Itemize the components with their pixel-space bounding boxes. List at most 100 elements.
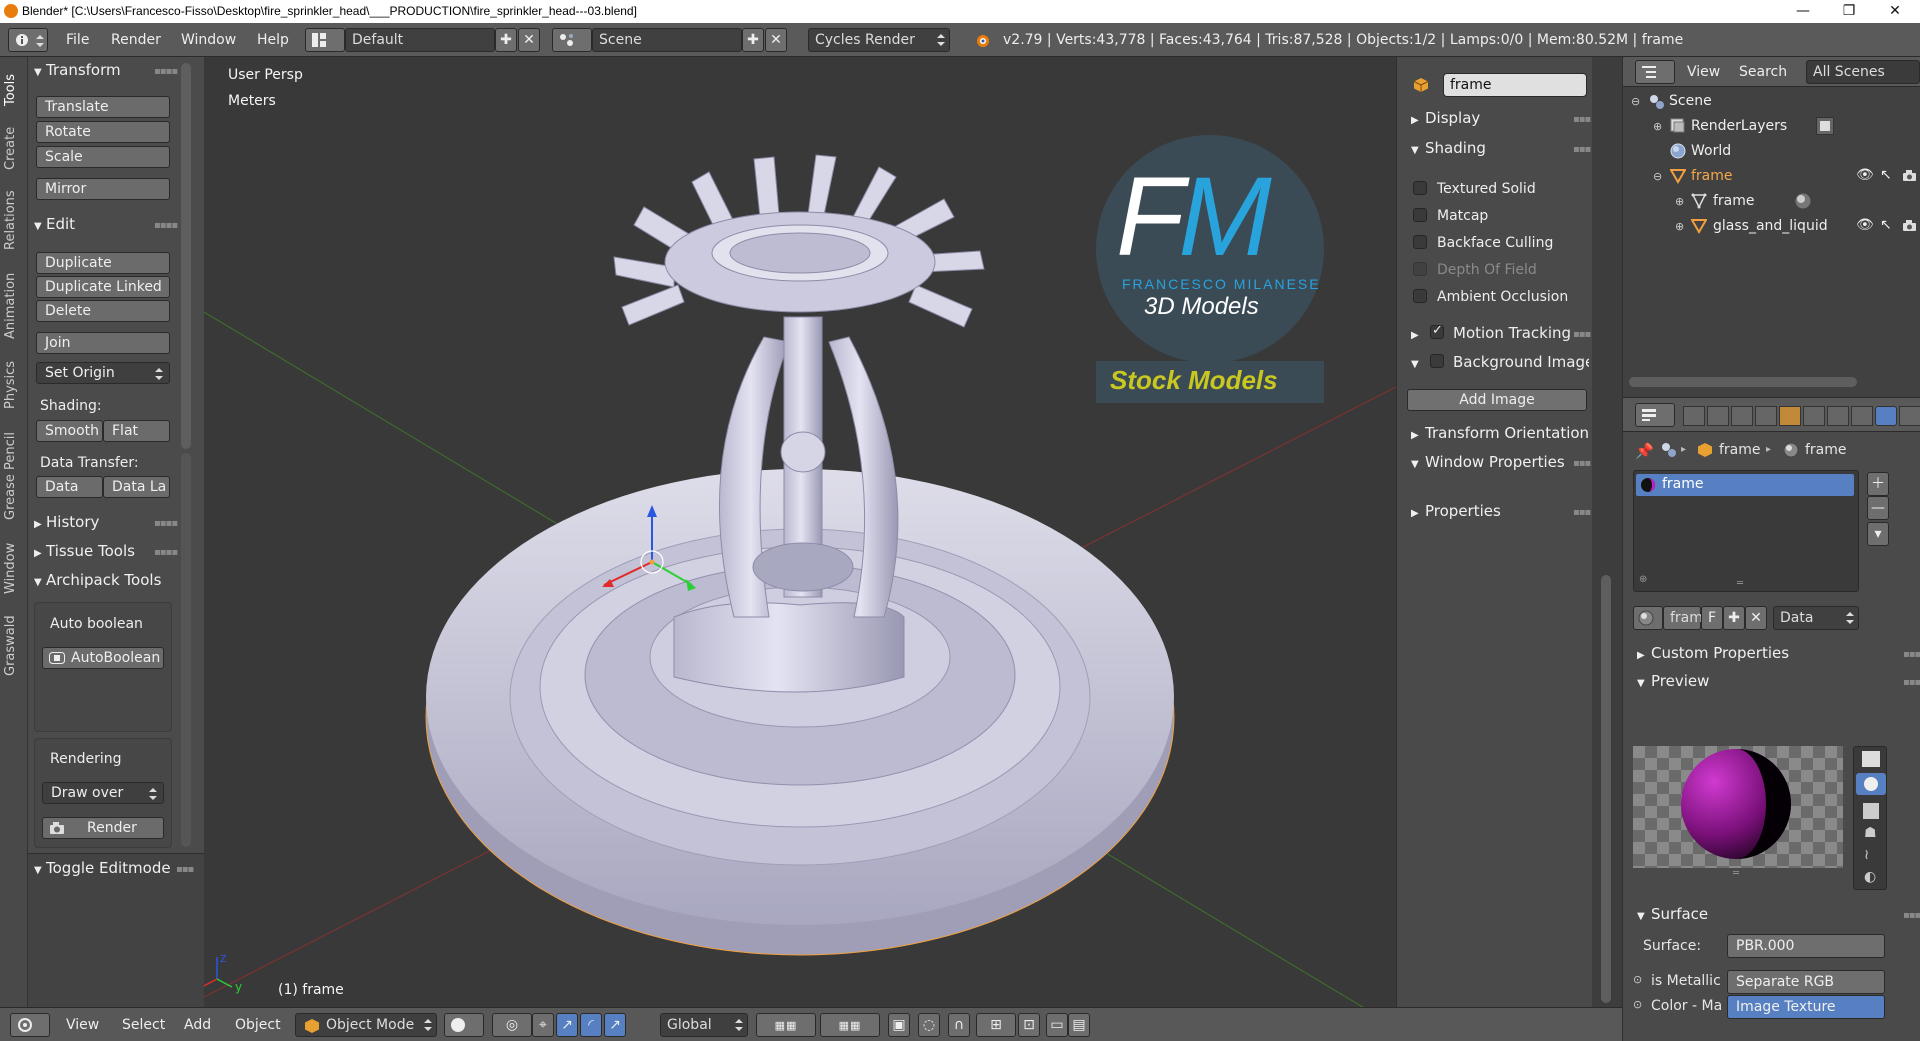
scene-tab-icon[interactable]: [1731, 406, 1753, 426]
layout-browse-button[interactable]: [305, 28, 345, 52]
breadcrumb-object[interactable]: frame: [1719, 442, 1761, 458]
menu-add[interactable]: Add: [184, 1017, 211, 1033]
toggle-editmode-panel-header[interactable]: ▼ Toggle Editmode: [34, 859, 171, 877]
remove-layout-button[interactable]: ✕: [518, 28, 540, 52]
pin-icon[interactable]: 📌: [1635, 442, 1654, 460]
pivot-point-select[interactable]: ◎: [492, 1013, 532, 1037]
toolshelf-scrollbar-track[interactable]: [181, 453, 191, 847]
tab-grease-pencil[interactable]: Grease Pencil: [3, 421, 25, 531]
object-name-field[interactable]: frame: [1443, 73, 1587, 97]
rotate-manipulator-button[interactable]: ◜: [580, 1013, 602, 1037]
scene-name-field[interactable]: Scene: [592, 28, 742, 52]
3d-view-editor-type-button[interactable]: [10, 1013, 50, 1037]
drag-grip-icon[interactable]: ▪▪▪: [176, 864, 194, 875]
tab-animation[interactable]: Animation: [3, 263, 25, 349]
modifiers-tab-icon[interactable]: [1827, 406, 1849, 426]
close-button[interactable]: ✕: [1872, 0, 1918, 23]
layers-grid-1[interactable]: ▦▦: [756, 1013, 816, 1037]
material-slot-item[interactable]: frame: [1636, 474, 1854, 496]
outliner-item-world[interactable]: World: [1691, 143, 1731, 159]
archipack-tools-panel-header[interactable]: ▼ Archipack Tools: [34, 571, 174, 589]
editor-type-info-button[interactable]: [8, 28, 48, 52]
snap-toggle[interactable]: ∩: [948, 1013, 970, 1037]
expand-icon[interactable]: ⊕: [1653, 120, 1662, 133]
drag-grip-icon[interactable]: ▪▪▪: [1903, 649, 1920, 660]
tab-physics[interactable]: Physics: [3, 353, 25, 417]
drag-grip-icon[interactable]: ▪▪▪▪: [154, 547, 178, 558]
menu-object[interactable]: Object: [235, 1017, 281, 1033]
drag-grip-icon[interactable]: ▪▪▪: [1573, 144, 1591, 155]
render-camera-icon[interactable]: [1902, 219, 1918, 233]
backface-culling-checkbox[interactable]: [1413, 235, 1427, 249]
edit-panel-header[interactable]: ▼ Edit: [34, 215, 75, 233]
outliner-menu-view[interactable]: View: [1687, 64, 1720, 80]
display-mode-select[interactable]: All Scenes: [1806, 60, 1920, 84]
add-material-slot-button[interactable]: ＋: [1867, 472, 1889, 496]
drag-grip-icon[interactable]: ▪▪▪: [1573, 114, 1591, 125]
tissue-tools-panel-header[interactable]: ▶ Tissue Tools: [34, 542, 135, 560]
motion-tracking-panel-header[interactable]: ▶: [1411, 324, 1425, 342]
constraints-tab-icon[interactable]: [1803, 406, 1825, 426]
manipulator-toggle[interactable]: ⌖: [532, 1013, 554, 1037]
collapse-icon[interactable]: ⊖: [1631, 95, 1640, 108]
layers-grid-2[interactable]: ▦▦: [820, 1013, 880, 1037]
world-tab-icon[interactable]: [1755, 406, 1777, 426]
transform-panel-header[interactable]: ▼ Transform: [34, 61, 121, 79]
add-image-button[interactable]: Add Image: [1407, 389, 1587, 411]
visibility-eye-icon[interactable]: 👁: [1856, 167, 1874, 183]
viewport-shading-select[interactable]: [444, 1013, 484, 1037]
tab-relations[interactable]: Relations: [3, 181, 25, 259]
translate-manipulator-button[interactable]: ↗: [556, 1013, 578, 1037]
menu-help[interactable]: Help: [257, 32, 289, 48]
texture-tab-icon[interactable]: [1899, 406, 1920, 426]
tab-graswald[interactable]: Graswald: [3, 605, 25, 687]
menu-view[interactable]: View: [66, 1017, 99, 1033]
material-specials-button[interactable]: ▾: [1867, 522, 1889, 546]
mirror-button[interactable]: Mirror: [36, 178, 170, 200]
visibility-eye-icon[interactable]: 👁: [1856, 217, 1874, 233]
drag-grip-icon[interactable]: ▪▪▪▪: [154, 66, 178, 77]
history-panel-header[interactable]: ▶ History: [34, 513, 99, 531]
window-properties-panel-header[interactable]: ▼ Window Properties: [1411, 453, 1565, 471]
preview-sphere-button[interactable]: [1856, 773, 1886, 795]
preview-hair-icon[interactable]: ≀: [1864, 847, 1869, 863]
depth-of-field-checkbox[interactable]: [1413, 262, 1427, 276]
drag-grip-icon[interactable]: ▪▪▪: [1903, 677, 1920, 688]
shade-smooth-button[interactable]: Smooth: [36, 420, 103, 442]
new-material-button[interactable]: ✚: [1723, 606, 1745, 630]
preview-flat-icon[interactable]: [1862, 751, 1880, 767]
drag-grip-icon[interactable]: ▪▪▪: [1573, 507, 1591, 518]
shading-panel-header[interactable]: ▼ Shading: [1411, 139, 1486, 157]
maximize-button[interactable]: ❐: [1826, 0, 1872, 23]
expand-icon[interactable]: ⊕: [1675, 220, 1684, 233]
preview-resize-grip-icon[interactable]: ═: [1733, 868, 1739, 879]
outliner-editor-type-button[interactable]: [1635, 60, 1675, 84]
scale-manipulator-button[interactable]: ↗: [604, 1013, 626, 1037]
outliner-item-frame-mesh[interactable]: frame: [1713, 193, 1755, 209]
matcap-checkbox[interactable]: [1413, 208, 1427, 222]
snap-target-button[interactable]: ⊡: [1018, 1013, 1040, 1037]
material-tab-icon[interactable]: [1875, 406, 1897, 426]
menu-render[interactable]: Render: [111, 32, 161, 48]
drag-grip-icon[interactable]: ▪▪▪▪: [154, 220, 178, 231]
proportional-edit-button[interactable]: ◌: [918, 1013, 940, 1037]
custom-properties-panel-header[interactable]: ▶ Custom Properties: [1637, 644, 1789, 662]
browse-material-button[interactable]: [1633, 606, 1663, 630]
layout-name-field[interactable]: Default: [345, 28, 495, 52]
surface-shader-select[interactable]: PBR.000: [1727, 934, 1885, 958]
snap-element-select[interactable]: ⊞: [976, 1013, 1016, 1037]
shade-flat-button[interactable]: Flat: [103, 420, 170, 442]
breadcrumb-material[interactable]: frame: [1805, 442, 1847, 458]
is-metallic-input-select[interactable]: Separate RGB: [1727, 970, 1885, 994]
draw-over-dropdown[interactable]: Draw over: [42, 782, 164, 804]
render-layer-settings-icon[interactable]: [1816, 117, 1834, 135]
npanel-scrollbar[interactable]: [1601, 575, 1611, 1003]
ambient-occlusion-checkbox[interactable]: [1413, 289, 1427, 303]
fake-user-button[interactable]: F: [1701, 606, 1723, 630]
remove-scene-button[interactable]: ✕: [765, 28, 787, 52]
outliner-item-scene[interactable]: Scene: [1669, 93, 1712, 109]
3d-viewport[interactable]: z y User Persp Meters (1) frame FM FRANC…: [204, 57, 1396, 1007]
duplicate-button[interactable]: Duplicate: [36, 252, 170, 274]
preview-monkey-icon[interactable]: ☗: [1864, 825, 1877, 841]
textured-solid-checkbox[interactable]: [1413, 181, 1427, 195]
